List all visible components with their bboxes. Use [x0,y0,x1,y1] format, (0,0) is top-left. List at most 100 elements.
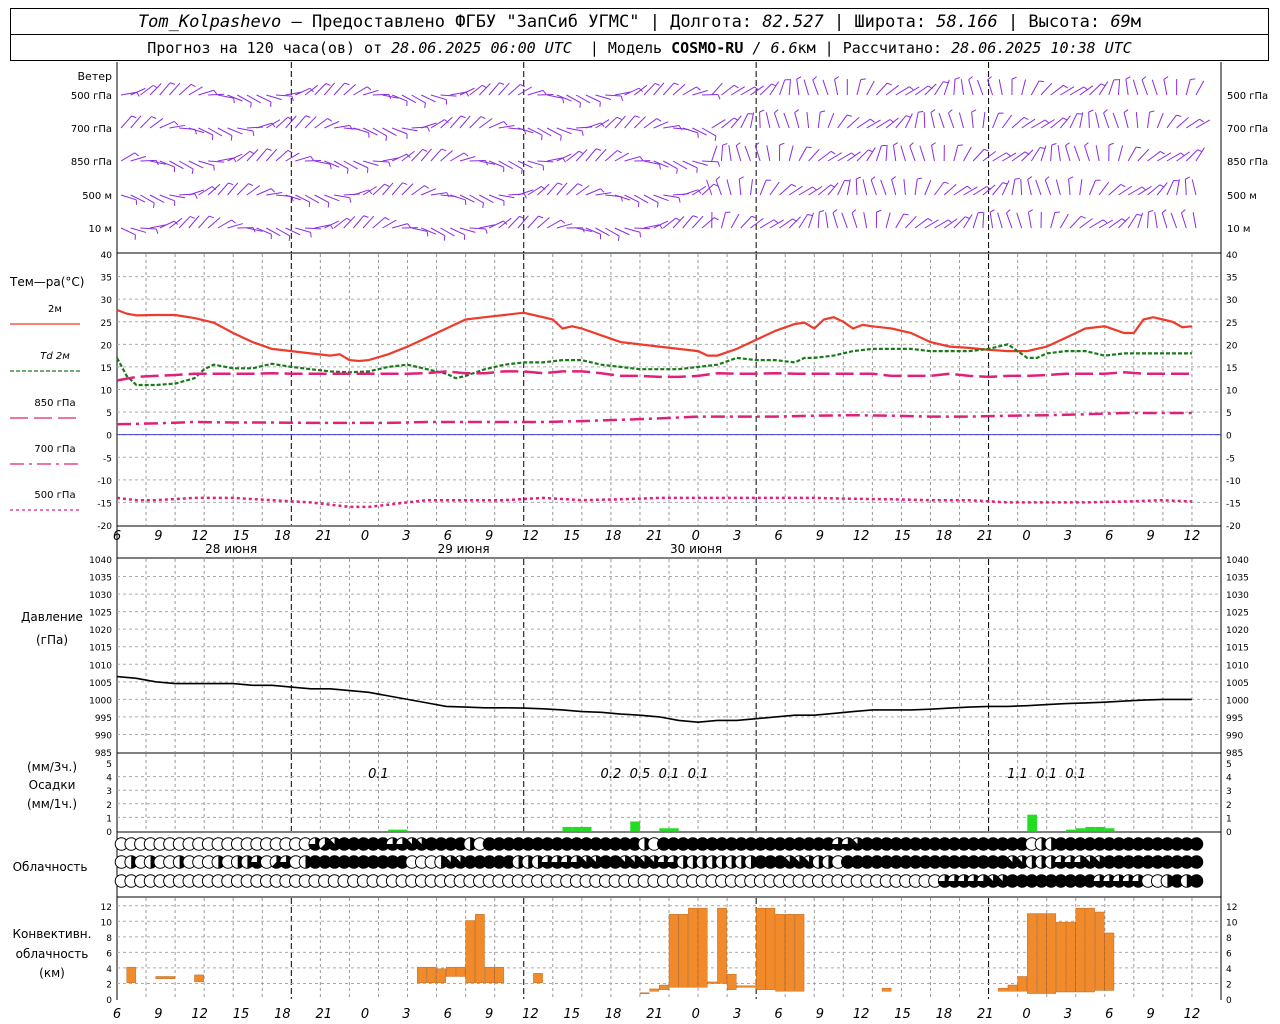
wind-barb [469,116,482,129]
wind-barb [527,215,539,229]
wind-barb-feather [676,168,678,174]
pressure-tick-left: 1020 [89,626,112,636]
pressure-tick-right: 1000 [1226,696,1249,706]
wind-barb [556,94,572,102]
wind-barb-feather [1181,209,1186,214]
wind-barb [1021,149,1034,162]
precip-tick-right: 2 [1226,801,1232,811]
conv-tick-right: 4 [1226,965,1232,975]
precip-bar [1075,828,1086,831]
wind-barb [1135,112,1139,129]
wind-barb [372,93,389,96]
wind-barb [919,145,926,162]
wind-barb [953,79,956,96]
temp-legend-label: 500 гПа [34,490,75,501]
wind-barb-feather [714,135,717,141]
wind-barb-feather [779,142,785,146]
wind-barb [1132,79,1139,96]
wind-barb [1125,79,1129,96]
wind-barb [885,84,900,96]
wind-barb-feather [155,228,159,234]
wind-barb-feather [287,149,293,154]
wind-barb-feather [189,215,195,219]
wind-barb [556,223,573,229]
wind-barb [149,118,164,129]
wind-barb [1057,145,1061,162]
pressure-tick-left: 1015 [89,644,112,654]
wind-barb-feather [617,235,620,241]
convective-cloud-bar [1036,913,1047,994]
precip-tick-left: 3 [106,787,112,797]
wind-barb [537,160,554,163]
time-tick-label-bottom: 21 [646,1007,663,1022]
wind-barb [1185,149,1198,162]
wind-barb-feather [893,142,899,146]
wind-barb [1020,178,1023,196]
time-tick-label: 3 [402,529,410,544]
wind-barb-feather [678,197,681,203]
conv-tick-left: 12 [101,903,112,913]
convective-cloud-bar [155,976,175,980]
pressure-tick-right: 1010 [1226,661,1249,671]
wind-barb-feather [1141,76,1147,81]
wind-barb [837,114,848,129]
wind-barb-feather [562,157,566,163]
cloud-cover-fill [1190,874,1203,888]
precip-tick-right: 4 [1226,774,1232,784]
wind-barb [989,212,994,229]
wind-barb [508,84,521,96]
wind-barb [237,127,254,132]
wind-barb [682,215,694,229]
wind-barb [1050,212,1056,229]
wind-barb [207,183,221,196]
convective-cloud-bar [1007,984,1018,992]
wind-barb [1117,79,1121,96]
wind-barb [208,160,225,163]
wind-barb-feather [1149,110,1155,113]
wind-barb-feather [1065,142,1070,147]
wind-barb-feather [384,217,390,221]
wind-barb-feather [1063,84,1068,89]
convective-cloud-bar [533,973,543,983]
wind-barb [294,115,307,129]
time-tick-label-bottom: 6 [113,1007,121,1022]
wind-barb [997,212,1003,229]
wind-barb-feather [344,82,350,86]
wind-barb [759,83,773,96]
wind-barb [1069,113,1078,129]
wind-barb [759,111,761,129]
convective-cloud-bar [785,914,795,992]
convective-cloud-bar [446,966,456,977]
wind-barb [1166,114,1177,129]
wind-barb-feather [194,193,198,199]
wind-barb [765,112,771,129]
wind-barb-feather [1023,116,1029,121]
convective-cloud-bar [1027,913,1037,994]
wind-barb [856,79,862,96]
precip-3h-total: 0.1 [368,767,389,782]
pressure-tick-left: 1000 [89,696,112,706]
precip-title: Осадки [29,778,76,792]
wind-barb-feather [918,110,924,113]
wind-barb [159,120,175,129]
wind-barb-feather [930,109,936,113]
wind-barb [798,146,808,162]
wind-barb [834,79,839,96]
pressure-tick-left: 995 [95,714,112,724]
wind-barb [769,181,780,196]
temp-tick-right: 35 [1226,274,1237,284]
convective-cloud-bar [1017,976,1028,992]
wind-barb [256,227,272,235]
wind-barb [304,116,317,129]
wind-barb [749,179,753,196]
wind-barb [1079,112,1084,129]
wind-barb [566,183,579,196]
convective-cloud-bar [659,984,669,990]
temp-tick-right: 20 [1226,341,1238,351]
wind-barb-feather [131,115,137,119]
wind-barb-feather [136,91,140,97]
wind-barb-feather [248,183,254,187]
conv-tick-right: 8 [1226,934,1232,944]
wind-barb [924,83,937,96]
wind-barb-feather [151,116,157,119]
